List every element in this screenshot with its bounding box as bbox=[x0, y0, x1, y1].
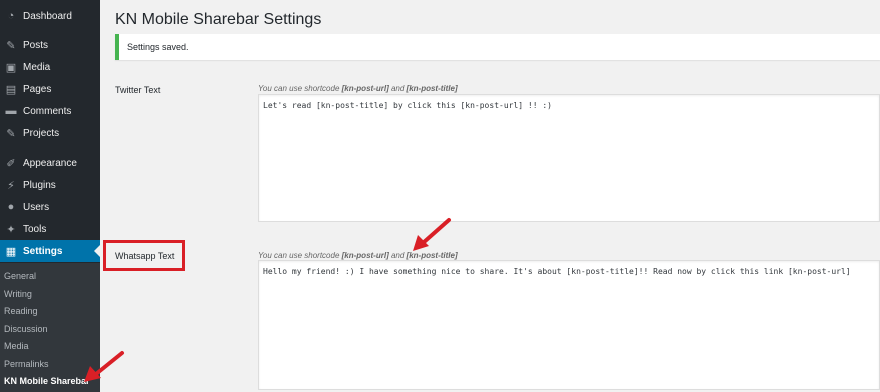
twitter-text-label: Twitter Text bbox=[115, 85, 161, 95]
submenu-item-reading[interactable]: Reading bbox=[4, 306, 38, 316]
hint-prefix: You can use shortcode bbox=[258, 84, 342, 93]
media-icon: ▣ bbox=[5, 61, 17, 74]
menu-label: Plugins bbox=[23, 179, 56, 191]
admin-sidebar: ◔ Dashboard ✎ Posts ▣ Media ▤ Pages ▬ Co… bbox=[0, 0, 100, 392]
pin-icon: ✎ bbox=[6, 39, 16, 52]
settings-saved-notice: Settings saved. bbox=[115, 34, 880, 60]
hint-prefix: You can use shortcode bbox=[258, 251, 342, 260]
twitter-text-textarea[interactable]: Let's read [kn-post-title] by click this… bbox=[258, 94, 880, 222]
menu-item-plugins[interactable]: ⚡ Plugins bbox=[0, 174, 100, 196]
menu-label: Comments bbox=[23, 105, 72, 117]
annotation-arrow-icon bbox=[413, 218, 451, 251]
menu-item-projects[interactable]: ✎ Projects bbox=[0, 122, 100, 144]
whatsapp-text-textarea[interactable]: Hello my friend! :) I have something nic… bbox=[258, 260, 880, 390]
menu-item-settings[interactable]: ▦ Settings bbox=[0, 240, 100, 262]
plug-icon: ⚡ bbox=[7, 179, 15, 192]
submenu-item-media[interactable]: Media bbox=[4, 341, 29, 351]
menu-item-tools[interactable]: ✦ Tools bbox=[0, 218, 100, 240]
submenu-item-permalinks[interactable]: Permalinks bbox=[4, 359, 49, 369]
menu-label: Media bbox=[23, 61, 51, 73]
menu-item-users[interactable]: ● Users bbox=[0, 196, 100, 218]
menu-label: Projects bbox=[23, 127, 60, 139]
menu-label: Dashboard bbox=[23, 10, 72, 22]
menu-item-dashboard[interactable]: ◔ Dashboard bbox=[0, 5, 100, 27]
submenu-item-discussion[interactable]: Discussion bbox=[4, 324, 48, 334]
menu-item-comments[interactable]: ▬ Comments bbox=[0, 100, 100, 122]
submenu-item-kn-mobile-sharebar[interactable]: KN Mobile Sharebar bbox=[4, 376, 90, 386]
menu-label: Posts bbox=[23, 39, 49, 51]
menu-item-media[interactable]: ▣ Media bbox=[0, 56, 100, 78]
menu-label: Pages bbox=[23, 83, 52, 95]
twitter-shortcode-hint: You can use shortcode [kn-post-url] and … bbox=[258, 84, 458, 93]
active-caret bbox=[94, 245, 100, 257]
menu-item-appearance[interactable]: ✐ Appearance bbox=[0, 152, 100, 174]
hint-code-title: [kn-post-title] bbox=[406, 84, 458, 93]
hint-code-url: [kn-post-url] bbox=[341, 251, 389, 260]
pages-icon: ▤ bbox=[5, 83, 17, 96]
menu-item-posts[interactable]: ✎ Posts bbox=[0, 34, 100, 56]
hint-and: and bbox=[388, 251, 407, 260]
user-icon: ● bbox=[7, 201, 15, 213]
dashboard-icon: ◔ bbox=[7, 10, 15, 22]
hint-code-url: [kn-post-url] bbox=[341, 84, 389, 93]
wrench-icon: ✦ bbox=[6, 223, 16, 236]
menu-label: Appearance bbox=[23, 157, 77, 169]
notice-text: Settings saved. bbox=[127, 42, 189, 52]
menu-item-pages[interactable]: ▤ Pages bbox=[0, 78, 100, 100]
page-title: KN Mobile Sharebar Settings bbox=[115, 11, 322, 28]
submenu-item-general[interactable]: General bbox=[4, 271, 36, 281]
brush-icon: ✐ bbox=[6, 157, 16, 170]
annotation-arrow-icon bbox=[84, 351, 124, 382]
comments-icon: ▬ bbox=[5, 105, 17, 117]
hint-and: and bbox=[388, 84, 407, 93]
pin-icon: ✎ bbox=[6, 127, 16, 140]
settings-icon: ▦ bbox=[5, 245, 17, 258]
menu-label: Users bbox=[23, 201, 50, 213]
menu-label: Tools bbox=[23, 223, 47, 235]
menu-label: Settings bbox=[23, 245, 63, 257]
submenu-item-writing[interactable]: Writing bbox=[4, 289, 32, 299]
whatsapp-text-label: Whatsapp Text bbox=[115, 251, 175, 261]
